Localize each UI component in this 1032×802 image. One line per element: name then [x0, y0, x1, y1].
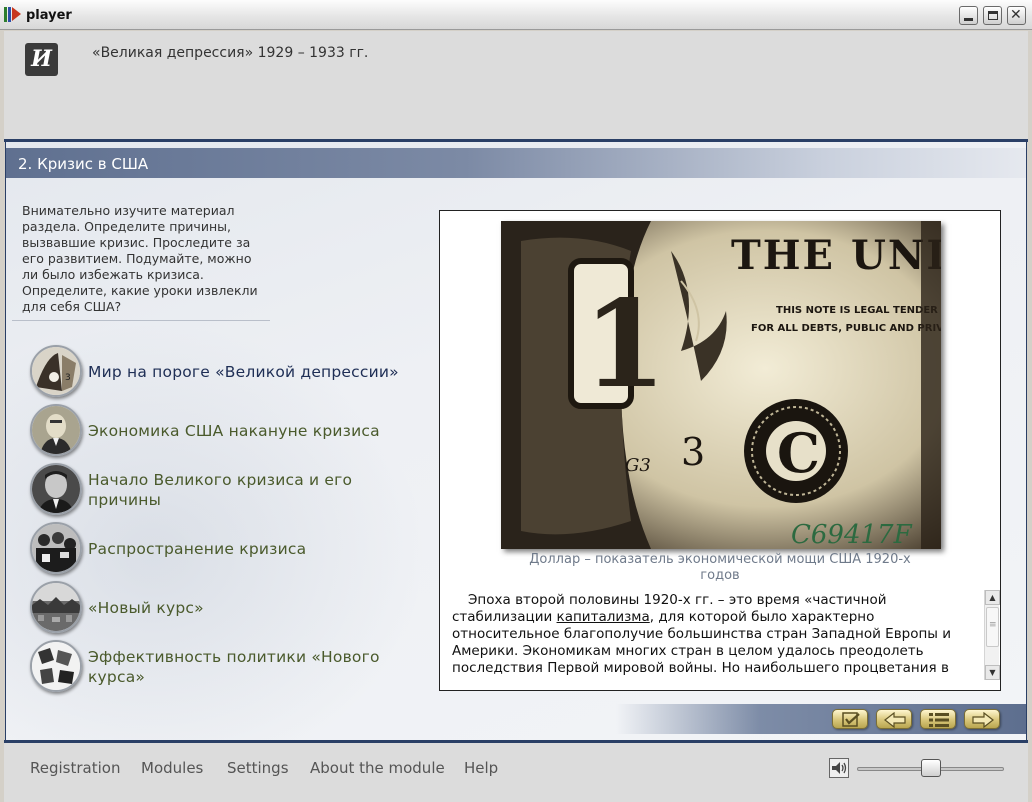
- publisher-logo: И: [25, 43, 58, 76]
- list-icon: [929, 713, 949, 727]
- topic-thumbnail: [30, 640, 82, 692]
- dollar-denomination: 1: [583, 274, 667, 415]
- speaker-icon: [832, 762, 847, 774]
- maximize-icon: [988, 11, 998, 20]
- section-title: 2. Кризис в США: [18, 155, 149, 173]
- volume-slider-thumb[interactable]: [920, 759, 941, 777]
- window-title-bar[interactable]: player ✕: [0, 0, 1032, 30]
- menu-about-module[interactable]: About the module: [310, 759, 445, 777]
- dollar-banner-text: THE UNITE: [731, 232, 941, 279]
- mute-button[interactable]: [829, 758, 849, 778]
- topic-item-new-deal-efficiency[interactable]: Эффективность политики «Нового курса»: [30, 640, 420, 694]
- instructions-text: Внимательно изучите материал раздела. Оп…: [22, 203, 258, 314]
- maximize-button[interactable]: [983, 6, 1002, 25]
- topic-thumbnail: [30, 522, 82, 574]
- checkmark-icon: [842, 712, 860, 727]
- arrow-right-icon: [972, 712, 994, 728]
- topic-label: Мир на пороге «Великой депрессии»: [88, 363, 399, 381]
- svg-text:3: 3: [65, 373, 71, 383]
- topic-label: Эффективность политики «Нового курса»: [88, 648, 380, 686]
- contents-button[interactable]: [920, 709, 956, 729]
- lesson-navigation-bar: [616, 704, 1026, 734]
- photo-caption: Доллар – показатель экономической мощи С…: [529, 552, 911, 583]
- dollar-seal-letter: C: [777, 421, 820, 485]
- instructions-divider: [12, 320, 270, 321]
- topic-thumbnail: [30, 404, 82, 456]
- topic-item-us-economy[interactable]: Экономика США накануне кризиса: [30, 404, 420, 458]
- lesson-text: Эпоха второй половины 1920-х гг. – это в…: [452, 592, 982, 680]
- previous-button[interactable]: [876, 709, 912, 729]
- glossary-link[interactable]: капитализма: [557, 609, 650, 625]
- topic-thumbnail: [30, 463, 82, 515]
- window-title: player: [26, 8, 72, 23]
- section-header: 2. Кризис в США: [6, 148, 1026, 178]
- topic-label: Начало Великого кризиса и его причины: [88, 471, 353, 509]
- dollar-plate: G3: [625, 455, 651, 476]
- scroll-up-button[interactable]: ▲: [985, 590, 1000, 605]
- topic-item-crisis-spread[interactable]: Распространение кризиса: [30, 522, 420, 576]
- topic-label: «Новый курс»: [88, 599, 204, 617]
- minimize-button[interactable]: [959, 6, 978, 25]
- dollar-photo: 1 THE UNITE THIS NOTE IS LEGAL TENDER FO…: [501, 221, 941, 549]
- menu-help[interactable]: Help: [464, 759, 498, 777]
- topic-item-crisis-start[interactable]: Начало Великого кризиса и его причины: [30, 463, 420, 517]
- close-icon: ✕: [1010, 7, 1022, 23]
- menu-registration[interactable]: Registration: [30, 759, 120, 777]
- topic-label: Распространение кризиса: [88, 540, 307, 558]
- course-title: «Великая депрессия» 1929 – 1933 гг.: [92, 45, 369, 61]
- topic-thumbnail: [30, 581, 82, 633]
- app-player-icon: [4, 7, 22, 23]
- scroll-down-button[interactable]: ▼: [985, 665, 1000, 680]
- dollar-serial: C69417F: [791, 520, 913, 549]
- topic-thumbnail: 3: [30, 345, 82, 397]
- topic-label: Экономика США накануне кризиса: [88, 422, 380, 440]
- arrow-left-icon: [884, 712, 906, 728]
- minimize-icon: [964, 18, 973, 21]
- menu-settings[interactable]: Settings: [227, 759, 289, 777]
- close-button[interactable]: ✕: [1007, 6, 1026, 25]
- footer-menu-bar: Registration Modules Settings About the …: [4, 743, 1028, 802]
- course-header: И «Великая депрессия» 1929 – 1933 гг.: [4, 31, 1028, 140]
- scroll-thumb[interactable]: [986, 607, 999, 647]
- topic-item-new-deal[interactable]: «Новый курс»: [30, 581, 420, 635]
- text-scrollbar[interactable]: ▲ ▼: [984, 590, 1000, 680]
- module-content: 2. Кризис в США Внимательно изучите мате…: [5, 142, 1027, 741]
- next-button[interactable]: [964, 709, 1000, 729]
- check-button[interactable]: [832, 709, 868, 729]
- dollar-legal-text-1: THIS NOTE IS LEGAL TENDER: [776, 305, 938, 316]
- content-frame: 1 THE UNITE THIS NOTE IS LEGAL TENDER FO…: [439, 210, 1001, 691]
- dollar-legal-text-2: FOR ALL DEBTS, PUBLIC AND PRIVATE: [751, 323, 941, 334]
- topic-item-world-threshold[interactable]: 3 Мир на пороге «Великой депрессии»: [30, 345, 420, 399]
- menu-modules[interactable]: Modules: [141, 759, 203, 777]
- dollar-number: 3: [681, 430, 705, 474]
